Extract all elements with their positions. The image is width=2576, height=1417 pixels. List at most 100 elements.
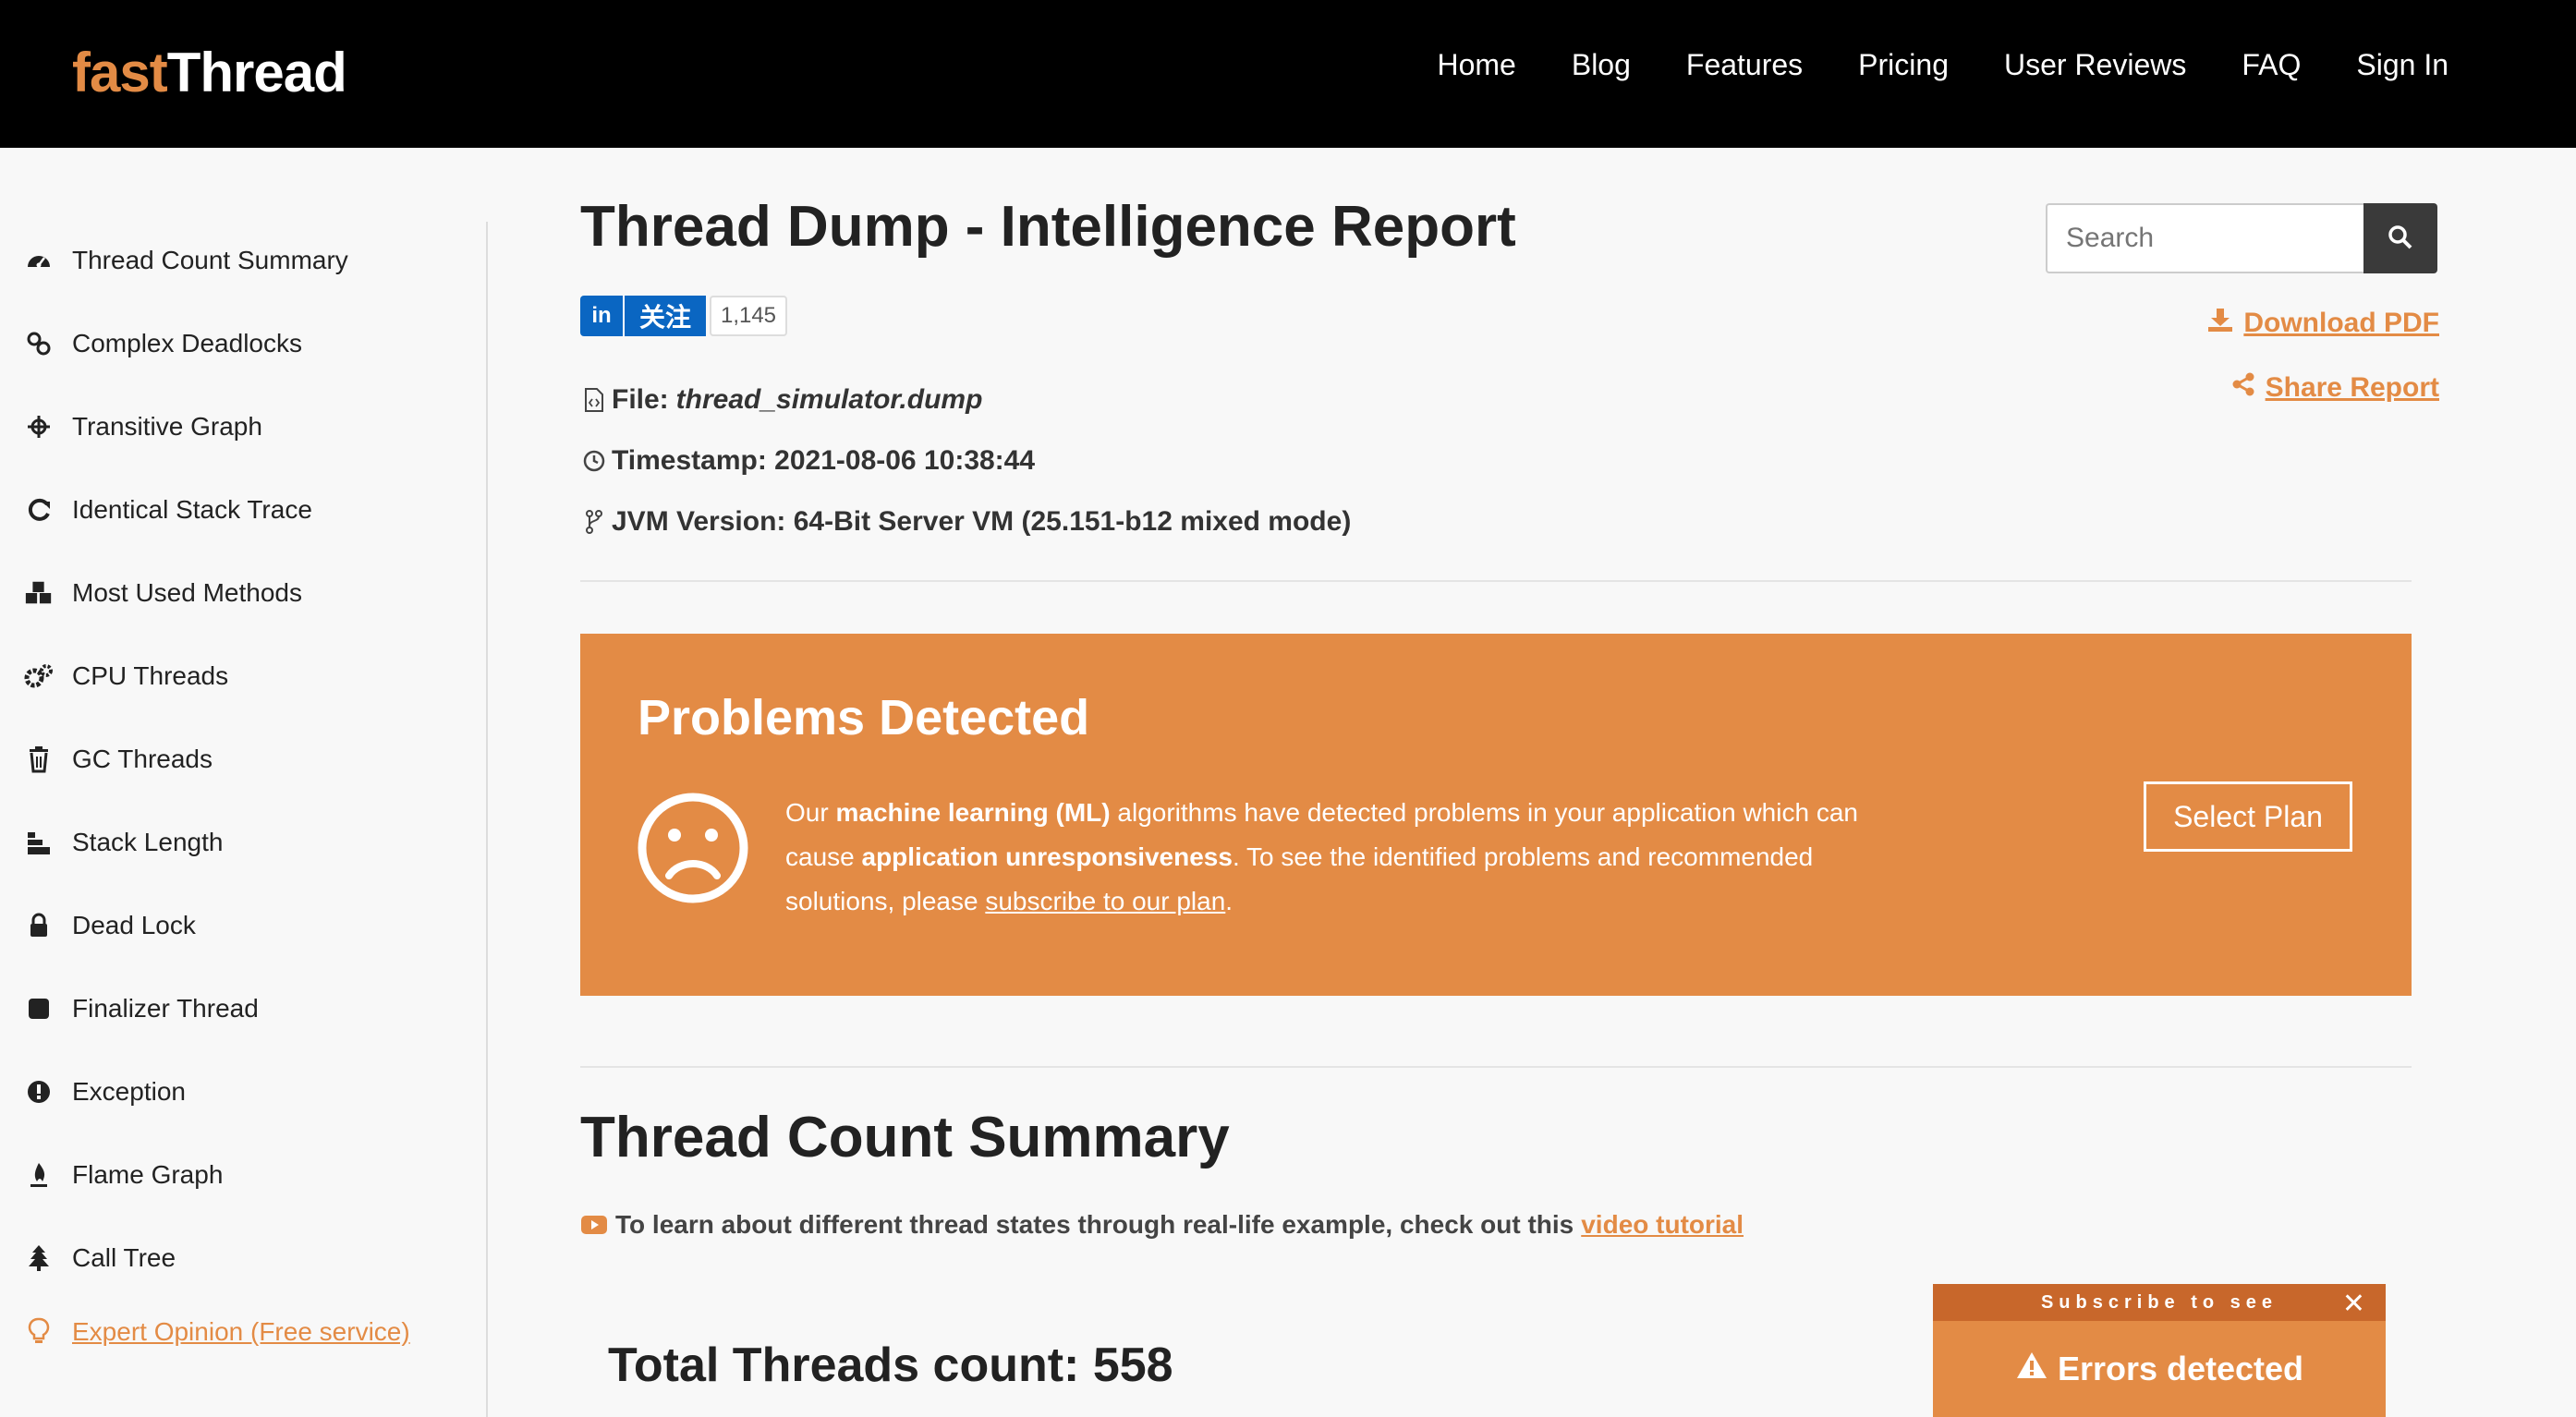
timestamp-text: Timestamp: 2021-08-06 10:38:44 [612, 445, 1036, 476]
top-navbar: fastThread Home Blog Features Pricing Us… [0, 0, 2576, 148]
sidebar-item-label: Flame Graph [72, 1160, 224, 1189]
sidebar-item-label: Stack Length [72, 828, 224, 856]
sidebar-item-most-used-methods[interactable]: Most Used Methods [24, 578, 302, 608]
subscribe-plan-link[interactable]: subscribe to our plan [985, 887, 1225, 915]
file-label: File: [612, 384, 669, 415]
sidebar-item-call-tree[interactable]: Call Tree [24, 1243, 176, 1273]
select-plan-button[interactable]: Select Plan [2144, 781, 2352, 852]
toast-header: Subscribe to see ✕ [1933, 1284, 2386, 1321]
share-icon [2230, 371, 2256, 405]
sidebar-item-exception[interactable]: Exception [24, 1077, 186, 1107]
nav-blog[interactable]: Blog [1572, 48, 1631, 82]
sidebar-item-label: Exception [72, 1077, 186, 1106]
search-button[interactable] [2363, 203, 2437, 273]
cubes-icon [24, 578, 54, 608]
sidebar-item-label: Transitive Graph [72, 412, 262, 441]
sidebar-item-label: Call Tree [72, 1243, 176, 1272]
sidebar-item-gc-threads[interactable]: GC Threads [24, 745, 213, 774]
download-icon [2206, 307, 2234, 340]
sidebar-item-thread-count-summary[interactable]: Thread Count Summary [24, 246, 348, 275]
sidebar-item-label: CPU Threads [72, 661, 229, 690]
page-title: Thread Dump - Intelligence Report [580, 195, 1516, 259]
section-title-thread-count-summary: Thread Count Summary [580, 1106, 1230, 1169]
stairs-icon [24, 828, 54, 857]
sidebar-divider [486, 222, 488, 1417]
trash-icon [24, 745, 54, 774]
msg-emphasis-unresponsiveness: application unresponsiveness [861, 842, 1233, 871]
sidebar-item-label: Most Used Methods [72, 578, 302, 607]
sidebar-item-complex-deadlocks[interactable]: Complex Deadlocks [24, 329, 302, 358]
sidebar-item-flame-graph[interactable]: Flame Graph [24, 1160, 223, 1190]
exclamation-circle-icon [24, 1077, 54, 1107]
msg-text: . [1225, 887, 1233, 915]
sidebar-item-label: Expert Opinion (Free service) [72, 1317, 410, 1346]
sidebar-item-dead-lock[interactable]: Dead Lock [24, 911, 196, 940]
file-name: thread_simulator.dump [675, 384, 983, 415]
lightbulb-icon [24, 1317, 54, 1347]
linkedin-follow-badge[interactable]: in 关注 1,145 [580, 296, 787, 336]
share-report-link[interactable]: Share Report [2230, 371, 2439, 405]
problems-title: Problems Detected [638, 690, 1090, 745]
search-box [2046, 203, 2437, 273]
video-tutorial-link[interactable]: video tutorial [1581, 1210, 1744, 1240]
toast-body[interactable]: Errors detected [1933, 1321, 2386, 1417]
sidebar-item-label: Thread Count Summary [72, 246, 348, 274]
jvm-version-text: JVM Version: 64-Bit Server VM (25.151-b1… [612, 506, 1352, 537]
timestamp-info: Timestamp: 2021-08-06 10:38:44 [580, 445, 1035, 477]
refresh-icon [24, 495, 54, 525]
divider [580, 580, 2412, 582]
clock-icon [580, 449, 608, 473]
crosshair-icon [24, 412, 54, 442]
logo[interactable]: fastThread [72, 41, 347, 104]
linkedin-follow-button[interactable]: 关注 [623, 296, 706, 336]
sidebar-item-label: GC Threads [72, 745, 213, 773]
msg-text: Our [785, 798, 836, 827]
sidebar-item-stack-length[interactable]: Stack Length [24, 828, 223, 857]
nav-home[interactable]: Home [1437, 48, 1515, 82]
nav-pricing[interactable]: Pricing [1858, 48, 1949, 82]
code-fork-icon [580, 509, 608, 535]
divider [580, 1066, 2412, 1068]
file-code-icon [580, 387, 608, 413]
download-pdf-link[interactable]: Download PDF [2206, 307, 2439, 340]
dashboard-icon [24, 246, 54, 275]
sidebar-item-label: Finalizer Thread [72, 994, 259, 1023]
tutorial-note: To learn about different thread states t… [580, 1210, 1744, 1240]
sad-face-icon [636, 791, 750, 910]
close-icon[interactable]: ✕ [2342, 1288, 2365, 1320]
sidebar-item-label: Identical Stack Trace [72, 495, 312, 524]
logo-part-thread: Thread [166, 42, 347, 103]
sidebar-item-finalizer-thread[interactable]: Finalizer Thread [24, 994, 259, 1023]
search-input[interactable] [2046, 203, 2363, 273]
nav-user-reviews[interactable]: User Reviews [2004, 48, 2186, 82]
problems-detected-panel: Problems Detected Our machine learning (… [580, 634, 2412, 996]
stop-icon [24, 994, 54, 1023]
nav-features[interactable]: Features [1686, 48, 1803, 82]
errors-detected-label: Errors detected [2057, 1350, 2304, 1387]
share-report-label: Share Report [2265, 372, 2439, 403]
download-pdf-label: Download PDF [2243, 308, 2439, 338]
problems-message: Our machine learning (ML) algorithms hav… [785, 791, 1894, 924]
toast-subscribe-text: Subscribe to see [2040, 1291, 2278, 1313]
msg-emphasis-ml: machine learning (ML) [835, 798, 1111, 827]
msg-text: cause [785, 842, 862, 871]
sidebar-item-cpu-threads[interactable]: CPU Threads [24, 661, 228, 691]
sidebar-item-identical-stack-trace[interactable]: Identical Stack Trace [24, 495, 312, 525]
msg-text: . To see the identified problems and rec… [1232, 842, 1814, 871]
link-icon [24, 329, 54, 358]
nav-faq[interactable]: FAQ [2242, 48, 2301, 82]
youtube-play-icon [580, 1215, 608, 1235]
sidebar-expert-opinion-link[interactable]: Expert Opinion (Free service) [24, 1317, 410, 1347]
linkedin-icon: in [580, 296, 623, 336]
sidebar-item-label: Dead Lock [72, 911, 196, 939]
linkedin-follower-count: 1,145 [710, 296, 787, 336]
fire-icon [24, 1160, 54, 1190]
errors-detected-toast[interactable]: Subscribe to see ✕ Errors detected [1933, 1284, 2386, 1417]
main-nav: Home Blog Features Pricing User Reviews … [1437, 48, 2448, 82]
lock-icon [24, 911, 54, 940]
nav-sign-in[interactable]: Sign In [2356, 48, 2448, 82]
sidebar-item-transitive-graph[interactable]: Transitive Graph [24, 412, 262, 442]
warning-icon [2015, 1350, 2048, 1388]
total-threads-count: Total Threads count: 558 [608, 1338, 1173, 1392]
sidebar-item-label: Complex Deadlocks [72, 329, 302, 357]
